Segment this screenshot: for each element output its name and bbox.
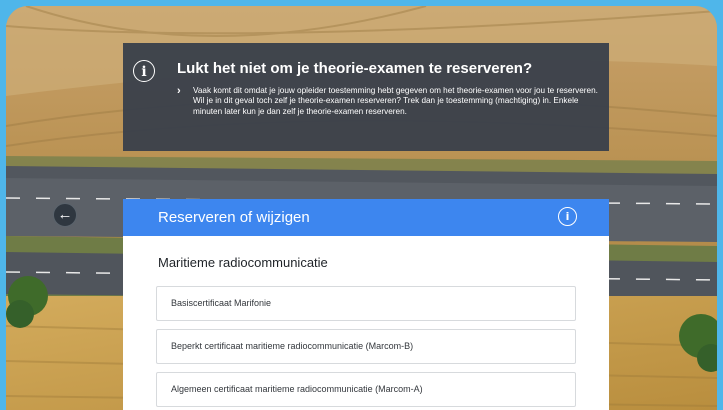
reservation-panel: Reserveren of wijzigen i Maritieme radio… [123,199,609,410]
option-basiscertificaat-marifonie[interactable]: Basiscertificaat Marifonie [156,286,576,321]
chevron-right-icon: › [177,85,181,97]
back-arrow-icon: ← [57,206,73,223]
panel-header: Reserveren of wijzigen i [123,199,609,236]
info-icon: i [133,60,155,82]
option-list: Basiscertificaat Marifonie Beperkt certi… [156,286,576,410]
screen-frame: i Lukt het niet om je theorie-examen te … [6,6,717,410]
option-marcom-b[interactable]: Beperkt certificaat maritieme radiocommu… [156,329,576,364]
panel-body: Maritieme radiocommunicatie Basiscertifi… [123,236,609,410]
info-banner-body: Vaak komt dit omdat je jouw opleider toe… [193,86,598,116]
panel-title: Reserveren of wijzigen [158,209,310,226]
info-icon[interactable]: i [558,207,577,226]
info-banner-title: Lukt het niet om je theorie-examen te re… [177,60,533,77]
info-banner: i Lukt het niet om je theorie-examen te … [123,43,609,151]
back-button[interactable]: ← [53,203,77,227]
section-title: Maritieme radiocommunicatie [158,255,328,270]
option-marcom-a[interactable]: Algemeen certificaat maritieme radiocomm… [156,372,576,407]
